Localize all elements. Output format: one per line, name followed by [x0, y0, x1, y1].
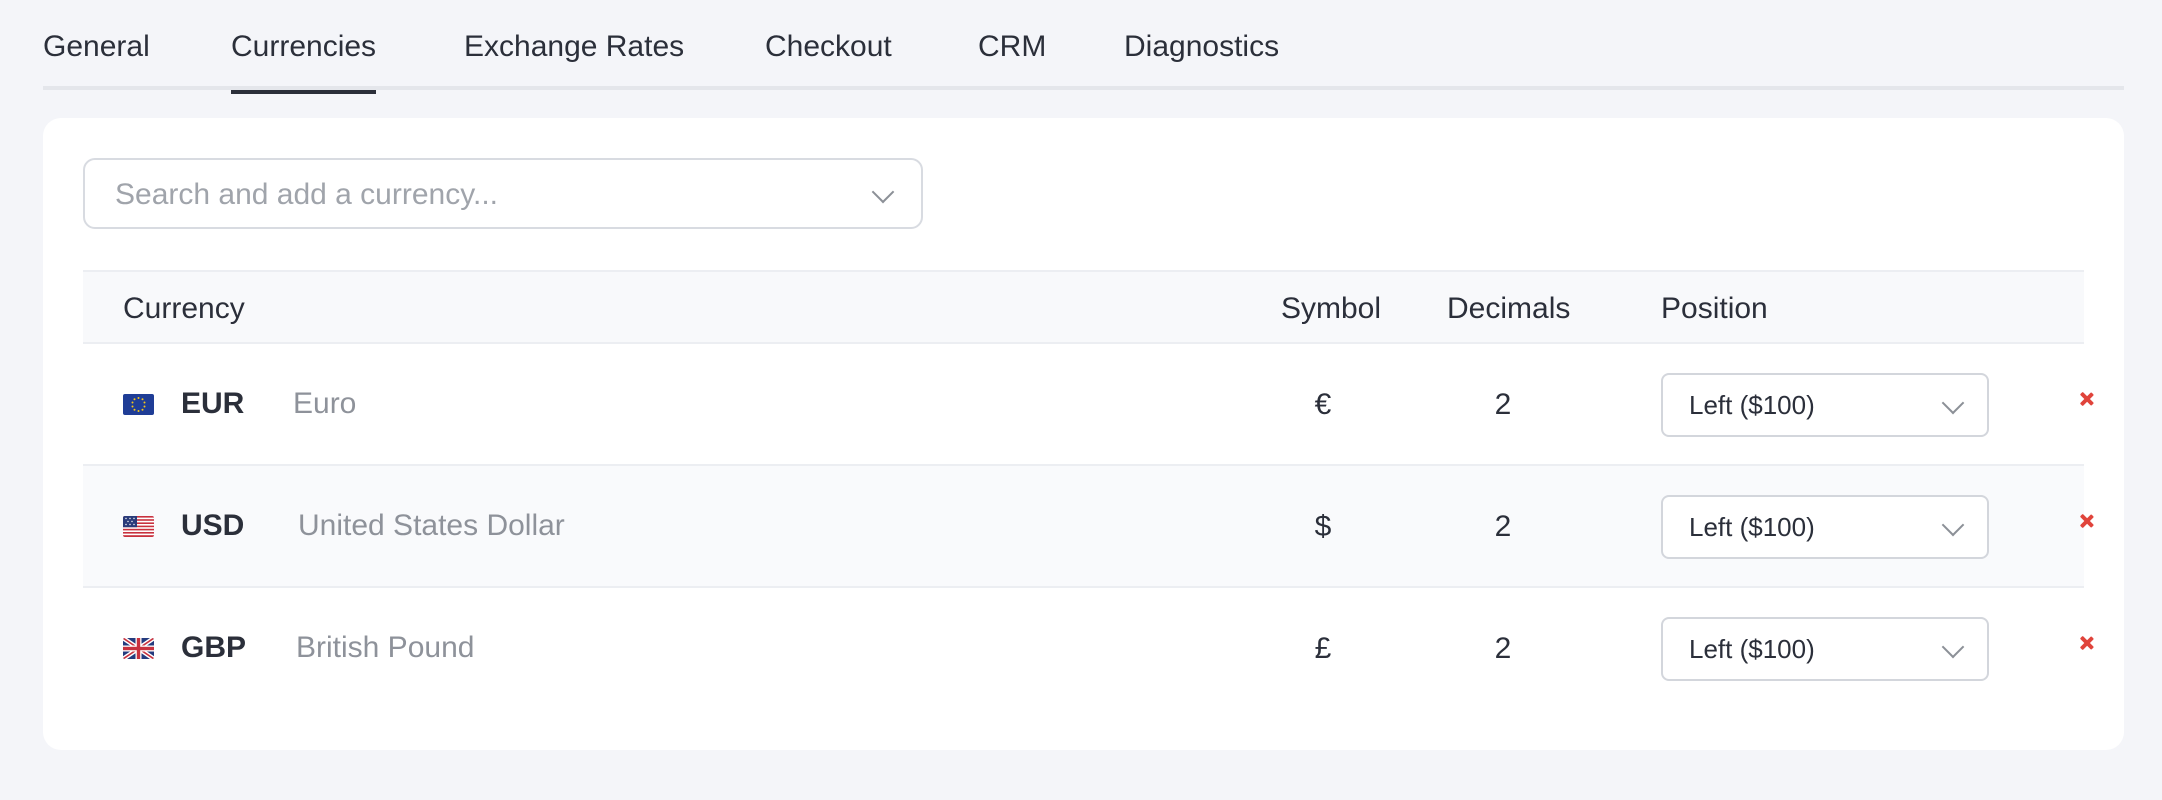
eu-flag-icon: [123, 394, 154, 415]
tab-checkout[interactable]: Checkout: [765, 30, 892, 90]
remove-icon[interactable]: [2075, 510, 2099, 534]
remove-icon[interactable]: [2075, 632, 2099, 656]
tab-crm[interactable]: CRM: [978, 30, 1046, 90]
tab-exchange-rates[interactable]: Exchange Rates: [464, 30, 684, 90]
header-currency: Currency: [123, 292, 245, 325]
table-row: USD United States Dollar $ 2 Left ($100): [83, 466, 2084, 588]
chevron-down-icon: [871, 180, 895, 204]
header-position: Position: [1661, 292, 1768, 325]
chevron-down-icon: [1941, 635, 1965, 659]
uk-flag-icon: [123, 638, 154, 659]
search-placeholder: Search and add a currency...: [115, 178, 498, 211]
position-select[interactable]: Left ($100): [1661, 373, 1989, 437]
tab-currencies[interactable]: Currencies: [231, 30, 377, 94]
currency-symbol: £: [1314, 632, 1332, 665]
header-decimals: Decimals: [1447, 292, 1571, 325]
currency-search-select[interactable]: Search and add a currency...: [83, 158, 923, 229]
tab-diagnostics[interactable]: Diagnostics: [1124, 30, 1279, 90]
currency-decimals: 2: [1494, 510, 1512, 543]
position-value: Left ($100): [1689, 390, 1815, 420]
table-header: Currency Symbol Decimals Position: [83, 270, 2084, 344]
currency-name: British Pound: [296, 631, 475, 664]
currency-decimals: 2: [1494, 388, 1512, 421]
currency-symbol: $: [1314, 510, 1332, 543]
position-value: Left ($100): [1689, 634, 1815, 664]
position-value: Left ($100): [1689, 512, 1815, 542]
currencies-card: Search and add a currency... Currency Sy…: [43, 118, 2124, 750]
table-row: GBP British Pound £ 2 Left ($100): [83, 588, 2084, 710]
position-select[interactable]: Left ($100): [1661, 495, 1989, 559]
chevron-down-icon: [1941, 391, 1965, 415]
tab-general[interactable]: General: [43, 30, 150, 90]
remove-icon[interactable]: [2075, 388, 2099, 412]
currencies-table: Currency Symbol Decimals Position EUR Eu…: [83, 270, 2084, 710]
chevron-down-icon: [1941, 513, 1965, 537]
position-select[interactable]: Left ($100): [1661, 617, 1989, 681]
currency-code: GBP: [181, 631, 247, 664]
currency-code: EUR: [181, 387, 245, 420]
table-row: EUR Euro € 2 Left ($100): [83, 344, 2084, 466]
currency-code: USD: [181, 509, 245, 542]
currency-symbol: €: [1314, 388, 1332, 421]
currency-name: United States Dollar: [298, 509, 565, 542]
tab-bar: General Currencies Exchange Rates Checko…: [43, 0, 2124, 94]
currency-name: Euro: [293, 387, 357, 420]
currency-decimals: 2: [1494, 632, 1512, 665]
header-symbol: Symbol: [1281, 292, 1382, 325]
us-flag-icon: [123, 516, 154, 537]
